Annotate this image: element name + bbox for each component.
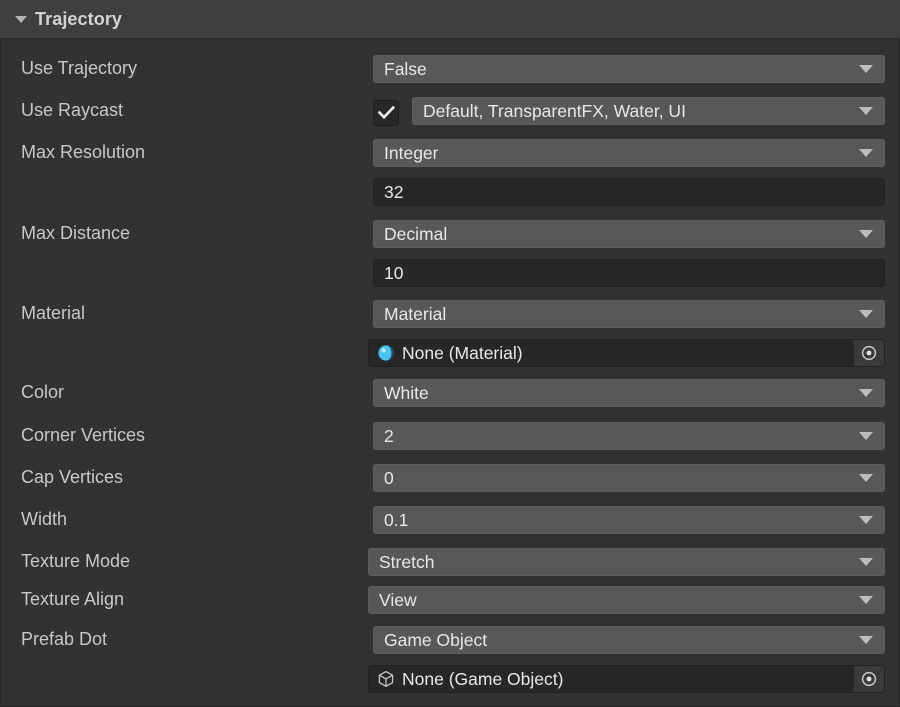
property-row-texture-mode: Texture Mode Stretch xyxy=(1,542,899,581)
dropdown-value-texture-mode: Stretch xyxy=(379,551,435,572)
label-color: Color xyxy=(21,382,65,402)
label-prefab-dot: Prefab Dot xyxy=(21,629,108,649)
label-use-trajectory: Use Trajectory xyxy=(21,58,138,78)
dropdown-value-use-trajectory: False xyxy=(384,58,427,79)
property-row-width: Width 0.1 xyxy=(1,500,899,539)
label-max-distance: Max Distance xyxy=(21,223,131,243)
chevron-down-icon xyxy=(859,107,873,115)
dropdown-cap-vertices[interactable]: 0 xyxy=(373,464,885,492)
component-header[interactable]: Trajectory xyxy=(0,0,900,39)
trajectory-inspector-panel: Trajectory Use Trajectory False Use Rayc… xyxy=(0,0,900,707)
property-row-color: Color White xyxy=(1,373,899,412)
chevron-down-icon xyxy=(859,230,873,238)
objectfield-material[interactable]: None (Material) xyxy=(368,339,885,367)
dropdown-raycast-layers[interactable]: Default, TransparentFX, Water, UI xyxy=(412,97,885,125)
property-row-cap-vertices: Cap Vertices 0 xyxy=(1,458,899,497)
property-row-material: Material Material xyxy=(1,294,899,333)
dropdown-value-color: White xyxy=(384,382,429,403)
dropdown-value-raycast-layers: Default, TransparentFX, Water, UI xyxy=(423,100,686,121)
label-max-resolution: Max Resolution xyxy=(21,142,146,162)
dropdown-use-trajectory[interactable]: False xyxy=(373,55,885,83)
dropdown-corner-vertices[interactable]: 2 xyxy=(373,422,885,450)
property-row-material-object: None (Material) xyxy=(1,333,899,372)
property-row-prefab-dot-object: None (Game Object) xyxy=(1,659,899,698)
dropdown-prefab-dot-type[interactable]: Game Object xyxy=(373,626,885,654)
property-row-max-distance-value: 10 xyxy=(1,253,899,292)
input-value-max-distance: 10 xyxy=(384,262,404,283)
dropdown-texture-align[interactable]: View xyxy=(368,586,885,614)
inspector-body: Use Trajectory False Use Raycast Default… xyxy=(0,39,900,707)
dropdown-material-type[interactable]: Material xyxy=(373,300,885,328)
chevron-down-icon xyxy=(859,516,873,524)
dropdown-value-prefab-dot-type: Game Object xyxy=(384,629,488,650)
label-cap-vertices: Cap Vertices xyxy=(21,467,124,487)
property-row-use-trajectory: Use Trajectory False xyxy=(1,49,899,88)
property-row-max-distance: Max Distance Decimal xyxy=(1,214,899,253)
label-material: Material xyxy=(21,303,86,323)
dropdown-value-max-distance-type: Decimal xyxy=(384,223,448,244)
chevron-down-icon xyxy=(859,149,873,157)
material-sphere-icon xyxy=(378,345,394,361)
property-row-corner-vertices: Corner Vertices 2 xyxy=(1,416,899,455)
dropdown-value-corner-vertices: 2 xyxy=(384,425,394,446)
chevron-down-icon xyxy=(859,389,873,397)
label-texture-align: Texture Align xyxy=(21,589,125,609)
cube-wireframe-icon xyxy=(378,670,394,687)
chevron-down-icon xyxy=(859,310,873,318)
dropdown-texture-mode[interactable]: Stretch xyxy=(368,548,885,576)
dropdown-width[interactable]: 0.1 xyxy=(373,506,885,534)
objectfield-value-material: None (Material) xyxy=(402,342,523,363)
label-texture-mode: Texture Mode xyxy=(21,551,131,571)
dropdown-value-cap-vertices: 0 xyxy=(384,467,394,488)
chevron-down-icon xyxy=(859,474,873,482)
page-title: Trajectory xyxy=(35,8,123,29)
dropdown-value-texture-align: View xyxy=(379,589,417,610)
label-width: Width xyxy=(21,509,68,529)
dropdown-max-distance-type[interactable]: Decimal xyxy=(373,220,885,248)
chevron-down-icon xyxy=(859,432,873,440)
chevron-down-icon xyxy=(859,558,873,566)
chevron-down-icon xyxy=(859,596,873,604)
object-picker-icon[interactable] xyxy=(853,340,884,366)
label-use-raycast: Use Raycast xyxy=(21,100,124,120)
input-value-max-resolution: 32 xyxy=(384,181,404,202)
property-row-prefab-dot: Prefab Dot Game Object xyxy=(1,620,899,659)
dropdown-value-width: 0.1 xyxy=(384,509,409,530)
chevron-down-icon xyxy=(859,65,873,73)
dropdown-color[interactable]: White xyxy=(373,379,885,407)
checkbox-use-raycast[interactable] xyxy=(373,100,399,126)
object-picker-icon[interactable] xyxy=(853,666,884,692)
property-row-use-raycast: Use Raycast Default, TransparentFX, Wate… xyxy=(1,91,899,130)
input-max-distance-value[interactable]: 10 xyxy=(373,259,885,287)
property-row-texture-align: Texture Align View xyxy=(1,580,899,619)
objectfield-prefab-dot[interactable]: None (Game Object) xyxy=(368,665,885,693)
objectfield-value-prefab-dot: None (Game Object) xyxy=(402,668,564,689)
property-row-max-resolution-value: 32 xyxy=(1,172,899,211)
dropdown-value-max-resolution-type: Integer xyxy=(384,142,439,163)
input-max-resolution-value[interactable]: 32 xyxy=(373,178,885,206)
label-corner-vertices: Corner Vertices xyxy=(21,425,146,445)
check-icon xyxy=(377,106,395,120)
chevron-down-icon xyxy=(859,636,873,644)
property-row-max-resolution: Max Resolution Integer xyxy=(1,133,899,172)
dropdown-max-resolution-type[interactable]: Integer xyxy=(373,139,885,167)
dropdown-value-material-type: Material xyxy=(384,303,447,324)
triangle-down-icon[interactable] xyxy=(11,9,31,29)
